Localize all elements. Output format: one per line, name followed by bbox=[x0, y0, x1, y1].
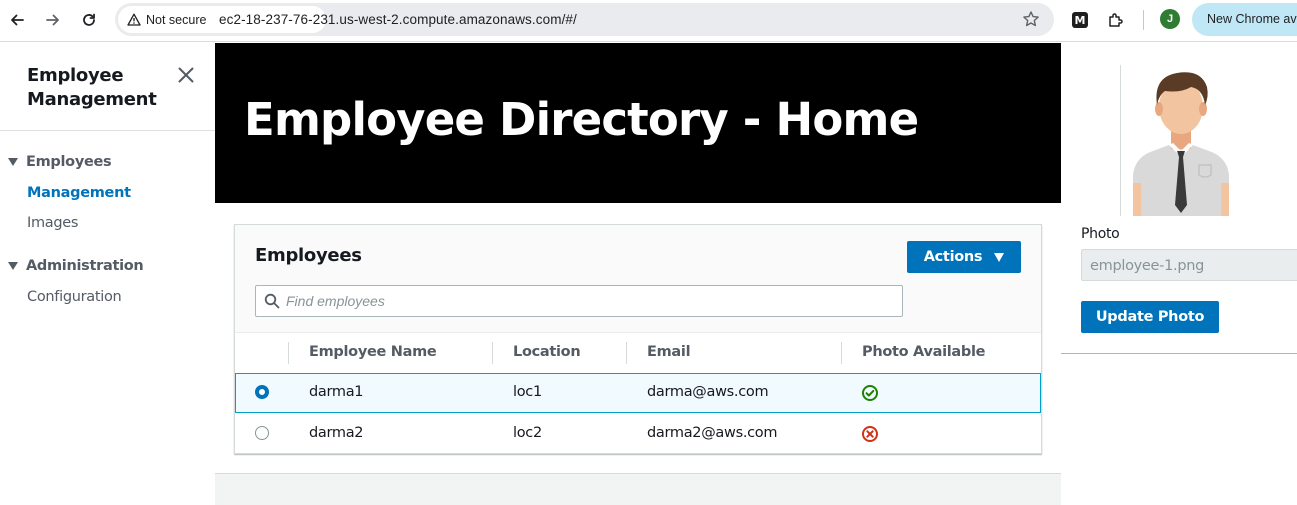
employee-avatar-illustration bbox=[1133, 72, 1229, 216]
section-label: Administration bbox=[26, 258, 144, 274]
main-content: Employee Directory - Home Employees Acti… bbox=[215, 43, 1061, 505]
cell-name: darma2 bbox=[309, 425, 364, 441]
column-header-photo-available[interactable]: Photo Available bbox=[862, 344, 986, 360]
arrow-left-icon bbox=[11, 14, 24, 26]
hero-banner: Employee Directory - Home bbox=[215, 43, 1061, 203]
warning-icon bbox=[127, 13, 141, 26]
new-chrome-available-chip[interactable]: New Chrome ava bbox=[1192, 3, 1297, 36]
column-divider bbox=[626, 342, 627, 364]
employee-photo bbox=[1120, 65, 1240, 216]
side-navigation: Employee Management Employees Management… bbox=[0, 43, 215, 505]
bookmark-star-icon[interactable] bbox=[1022, 10, 1040, 28]
detail-panel: Photo employee-1.png Update Photo bbox=[1061, 43, 1297, 505]
table-row[interactable]: darma2 loc2 darma2@aws.com bbox=[235, 414, 1041, 454]
employees-table: Employees Actions Employee Name Location… bbox=[234, 224, 1042, 454]
toolbar-separator bbox=[1143, 10, 1144, 30]
cell-email: darma2@aws.com bbox=[647, 425, 778, 441]
url-text: ec2-18-237-76-231.us-west-2.compute.amaz… bbox=[219, 12, 577, 27]
actions-label: Actions bbox=[923, 249, 983, 265]
panel-divider bbox=[1061, 353, 1297, 354]
sidebar-item-configuration[interactable]: Configuration bbox=[27, 289, 122, 305]
column-divider bbox=[288, 342, 289, 364]
column-header-location[interactable]: Location bbox=[513, 344, 581, 360]
section-administration[interactable]: Administration bbox=[8, 258, 144, 274]
extensions-button[interactable] bbox=[1105, 9, 1127, 31]
reload-button[interactable] bbox=[78, 9, 100, 31]
profile-avatar[interactable]: J bbox=[1160, 9, 1180, 29]
row-radio[interactable] bbox=[255, 426, 269, 440]
back-button[interactable] bbox=[6, 9, 28, 31]
cell-location: loc1 bbox=[513, 384, 542, 400]
close-icon[interactable] bbox=[176, 65, 196, 85]
cell-name: darma1 bbox=[309, 384, 364, 400]
column-header-email[interactable]: Email bbox=[647, 344, 691, 360]
caret-down-icon bbox=[8, 262, 18, 270]
sidebar-item-management[interactable]: Management bbox=[27, 185, 131, 201]
cell-email: darma@aws.com bbox=[647, 384, 769, 400]
search-input[interactable] bbox=[286, 286, 886, 316]
extension-m-icon: M bbox=[1072, 12, 1088, 28]
sidebar-item-images[interactable]: Images bbox=[27, 215, 78, 231]
browser-toolbar: Not secure ec2-18-237-76-231.us-west-2.c… bbox=[0, 0, 1297, 42]
table-title: Employees bbox=[255, 245, 362, 266]
security-label: Not secure bbox=[146, 12, 207, 27]
x-circle-icon bbox=[862, 426, 878, 442]
sidenav-title: Employee Management bbox=[27, 65, 157, 110]
cell-location: loc2 bbox=[513, 425, 542, 441]
table-header: Employees Actions bbox=[235, 225, 1041, 333]
puzzle-icon bbox=[1109, 13, 1123, 27]
caret-down-icon bbox=[8, 158, 18, 166]
row-radio[interactable] bbox=[255, 385, 269, 399]
page-title: Employee Directory - Home bbox=[244, 93, 919, 146]
section-label: Employees bbox=[26, 154, 112, 170]
sidenav-divider bbox=[0, 130, 215, 131]
arrow-right-icon bbox=[46, 14, 59, 26]
column-divider bbox=[841, 342, 842, 364]
address-bar[interactable]: Not secure ec2-18-237-76-231.us-west-2.c… bbox=[115, 3, 1054, 36]
column-divider bbox=[492, 342, 493, 364]
photo-filename-field[interactable]: employee-1.png bbox=[1081, 249, 1297, 281]
update-photo-button[interactable]: Update Photo bbox=[1081, 301, 1219, 333]
check-circle-icon bbox=[862, 385, 878, 401]
photo-label: Photo bbox=[1081, 226, 1120, 242]
column-header-name[interactable]: Employee Name bbox=[309, 344, 437, 360]
actions-button[interactable]: Actions bbox=[907, 241, 1021, 273]
extension-m-button[interactable]: M bbox=[1069, 9, 1091, 31]
caret-down-icon bbox=[994, 252, 1005, 262]
reload-icon bbox=[83, 13, 95, 26]
section-employees[interactable]: Employees bbox=[8, 154, 112, 170]
content-divider bbox=[215, 473, 1061, 474]
search-box bbox=[255, 285, 903, 317]
table-row[interactable]: darma1 loc1 darma@aws.com bbox=[235, 373, 1041, 413]
forward-button[interactable] bbox=[42, 9, 64, 31]
search-icon bbox=[264, 293, 280, 309]
